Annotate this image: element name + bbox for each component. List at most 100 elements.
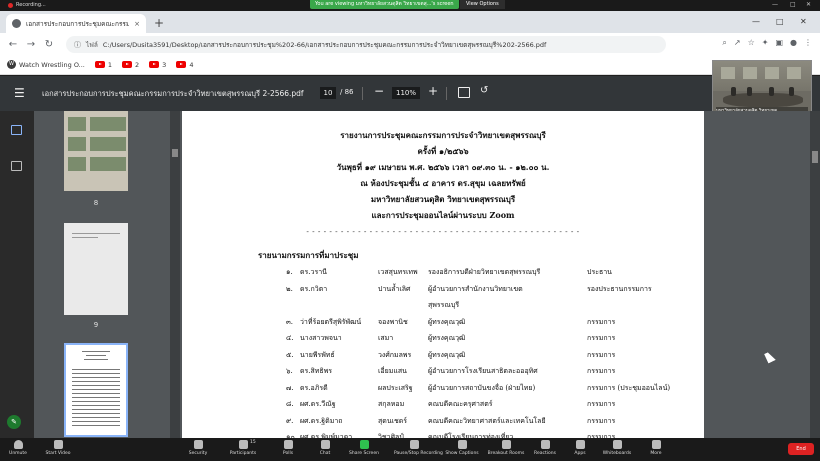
- annotate-icon[interactable]: ✎: [7, 415, 21, 429]
- doc-header-line: ครั้งที่ ๑/๒๕๖๖: [417, 146, 469, 156]
- recording-label: Recording...: [16, 2, 46, 8]
- address-bar: ← → ↻ ⓘ ไฟล์ C:/Users/Dusita3591/Desktop…: [0, 33, 820, 55]
- info-icon[interactable]: ⓘ: [74, 40, 81, 50]
- video-camera-button[interactable]: Start Video: [38, 440, 78, 456]
- outline-icon[interactable]: [11, 161, 22, 171]
- zoom-out-button[interactable]: −: [374, 84, 384, 98]
- window-close-button[interactable]: ✕: [806, 1, 811, 8]
- bookmark-label: 3: [162, 60, 167, 69]
- browser-tab[interactable]: เอกสารประกอบการประชุมคณะกรรมการ ×: [6, 14, 146, 33]
- thumbnail-line: [72, 237, 98, 238]
- thumbnail-line: [72, 369, 120, 370]
- window-minimize-button[interactable]: —: [772, 1, 778, 8]
- scrollbar-thumb[interactable]: [812, 151, 818, 163]
- profile-avatar-icon[interactable]: ●: [790, 38, 797, 48]
- member-position: คณบดีคณะวิทยาศาสตร์และเทคโนโลยี: [428, 416, 546, 425]
- document-viewport: รายงานการประชุมคณะกรรมการประจำวิทยาเขตสุ…: [180, 111, 810, 441]
- recording-dot-icon: [8, 2, 13, 8]
- thumbnail-line: [82, 351, 110, 352]
- whiteboards-button[interactable]: Whiteboards: [597, 440, 637, 456]
- captions-icon: [457, 440, 467, 449]
- page-thumbnail-active[interactable]: [64, 343, 128, 437]
- browser-maximize-button[interactable]: □: [776, 17, 784, 26]
- thumbnails-icon[interactable]: [11, 125, 22, 135]
- breakout-rooms-icon: [501, 440, 511, 449]
- browser-minimize-button[interactable]: —: [752, 17, 760, 26]
- thumbnail-line: [72, 233, 120, 234]
- browser-close-button[interactable]: ✕: [800, 17, 807, 26]
- member-no: ๒.: [286, 284, 293, 293]
- bookmark-item[interactable]: 3: [149, 61, 166, 69]
- chat-icon: [320, 440, 330, 449]
- rotate-icon[interactable]: ↺: [480, 85, 488, 96]
- reactions-button[interactable]: Reactions: [525, 440, 565, 456]
- page-thumbnail[interactable]: [64, 111, 128, 191]
- share-icon[interactable]: ↗: [734, 38, 741, 48]
- browser-menu-icon[interactable]: ⋮: [804, 38, 812, 48]
- chat-button[interactable]: Chat: [305, 440, 345, 456]
- forward-icon[interactable]: →: [22, 39, 40, 50]
- document-gutter: [704, 111, 810, 438]
- microphone-muted-button[interactable]: Unmute: [0, 440, 38, 456]
- member-surname: เอี่ยมแสน: [378, 367, 407, 375]
- window-maximize-button[interactable]: □: [790, 1, 796, 8]
- search-icon[interactable]: ⌕: [722, 38, 726, 48]
- more-button[interactable]: More: [636, 440, 676, 456]
- participants-button[interactable]: Participants 15: [223, 440, 263, 456]
- participant-video[interactable]: มหาวิทยาลัยสวนดุสิต วิทยาเขต...: [712, 60, 812, 116]
- bookmark-star-icon[interactable]: ☆: [748, 38, 755, 48]
- member-role: กรรมการ: [587, 317, 616, 326]
- member-position: ผู้อำนวยการสำนักงานวิทยาเขต: [428, 284, 523, 293]
- bookmark-label: Watch Wrestling O...: [19, 60, 85, 69]
- breakout-rooms-button[interactable]: Breakout Rooms: [486, 440, 526, 456]
- document-scrollbar[interactable]: [810, 111, 820, 438]
- captions-button[interactable]: Show Captions: [442, 440, 482, 456]
- url-input[interactable]: ⓘ ไฟล์ C:/Users/Dusita3591/Desktop/เอกสา…: [66, 36, 666, 53]
- member-surname: เวสสุนทรเทพ: [378, 268, 418, 276]
- reload-icon[interactable]: ↻: [40, 39, 58, 50]
- bookmark-item[interactable]: 2: [122, 61, 139, 69]
- member-no: ๗.: [286, 383, 294, 392]
- scrollbar-thumb[interactable]: [172, 149, 178, 157]
- menu-icon[interactable]: ☰: [14, 86, 25, 100]
- bookmark-label: 1: [107, 60, 113, 69]
- extensions-icon[interactable]: ✦: [762, 38, 769, 48]
- member-no: ๘.: [286, 400, 294, 408]
- thumbnail-line: [72, 405, 120, 406]
- fit-page-icon[interactable]: [458, 87, 470, 98]
- page-thumbnail[interactable]: [64, 223, 128, 315]
- youtube-icon: [149, 61, 160, 68]
- zoom-control-label: Participants: [229, 451, 257, 456]
- thumbnail-line: [72, 397, 120, 398]
- zoom-control-label: Start Video: [45, 451, 71, 456]
- url-text: C:/Users/Dusita3591/Desktop/เอกสารประกอบ…: [102, 40, 547, 49]
- zoom-in-button[interactable]: +: [428, 84, 438, 98]
- member-position: ผู้อำนวยการสถาบันขงจื่อ (ฝ่ายไทย): [428, 383, 536, 392]
- view-options-button[interactable]: View Options: [460, 0, 505, 9]
- zoom-level-input[interactable]: 110%: [392, 87, 420, 99]
- tab-close-icon[interactable]: ×: [134, 20, 140, 28]
- shield-button[interactable]: Security: [178, 440, 218, 456]
- bookmark-item[interactable]: 1: [94, 60, 113, 69]
- thumbnail-page-number: 9: [93, 321, 99, 329]
- doc-divider: - - - - - - - - - - - - - - - - - - - - …: [306, 228, 580, 236]
- page-number-input[interactable]: 10: [320, 87, 336, 99]
- recording-button[interactable]: Pause/Stop Recording: [394, 440, 443, 456]
- polls-button[interactable]: Polls: [268, 440, 308, 456]
- toolbar-divider: [362, 87, 363, 100]
- apps-button[interactable]: Apps: [560, 440, 600, 456]
- screen: Recording... You are viewing มหาวิทยาลัย…: [0, 0, 820, 461]
- bookmark-item[interactable]: W Watch Wrestling O...: [7, 60, 85, 69]
- share-screen-button[interactable]: Share Screen: [344, 440, 384, 456]
- bookmark-item[interactable]: 4: [176, 61, 193, 69]
- back-icon[interactable]: ←: [4, 39, 22, 50]
- member-name: นายพีรพัทธ์: [300, 350, 335, 359]
- thumbnail-line: [72, 373, 120, 374]
- sidepanel-icon[interactable]: ▣: [775, 38, 783, 48]
- end-meeting-button[interactable]: End: [788, 443, 814, 455]
- youtube-icon: [176, 61, 187, 68]
- recording-icon: [409, 440, 419, 449]
- new-tab-button[interactable]: +: [154, 16, 164, 30]
- video-window-shape: [765, 67, 779, 79]
- thumbnail-scrollbar[interactable]: [170, 111, 180, 438]
